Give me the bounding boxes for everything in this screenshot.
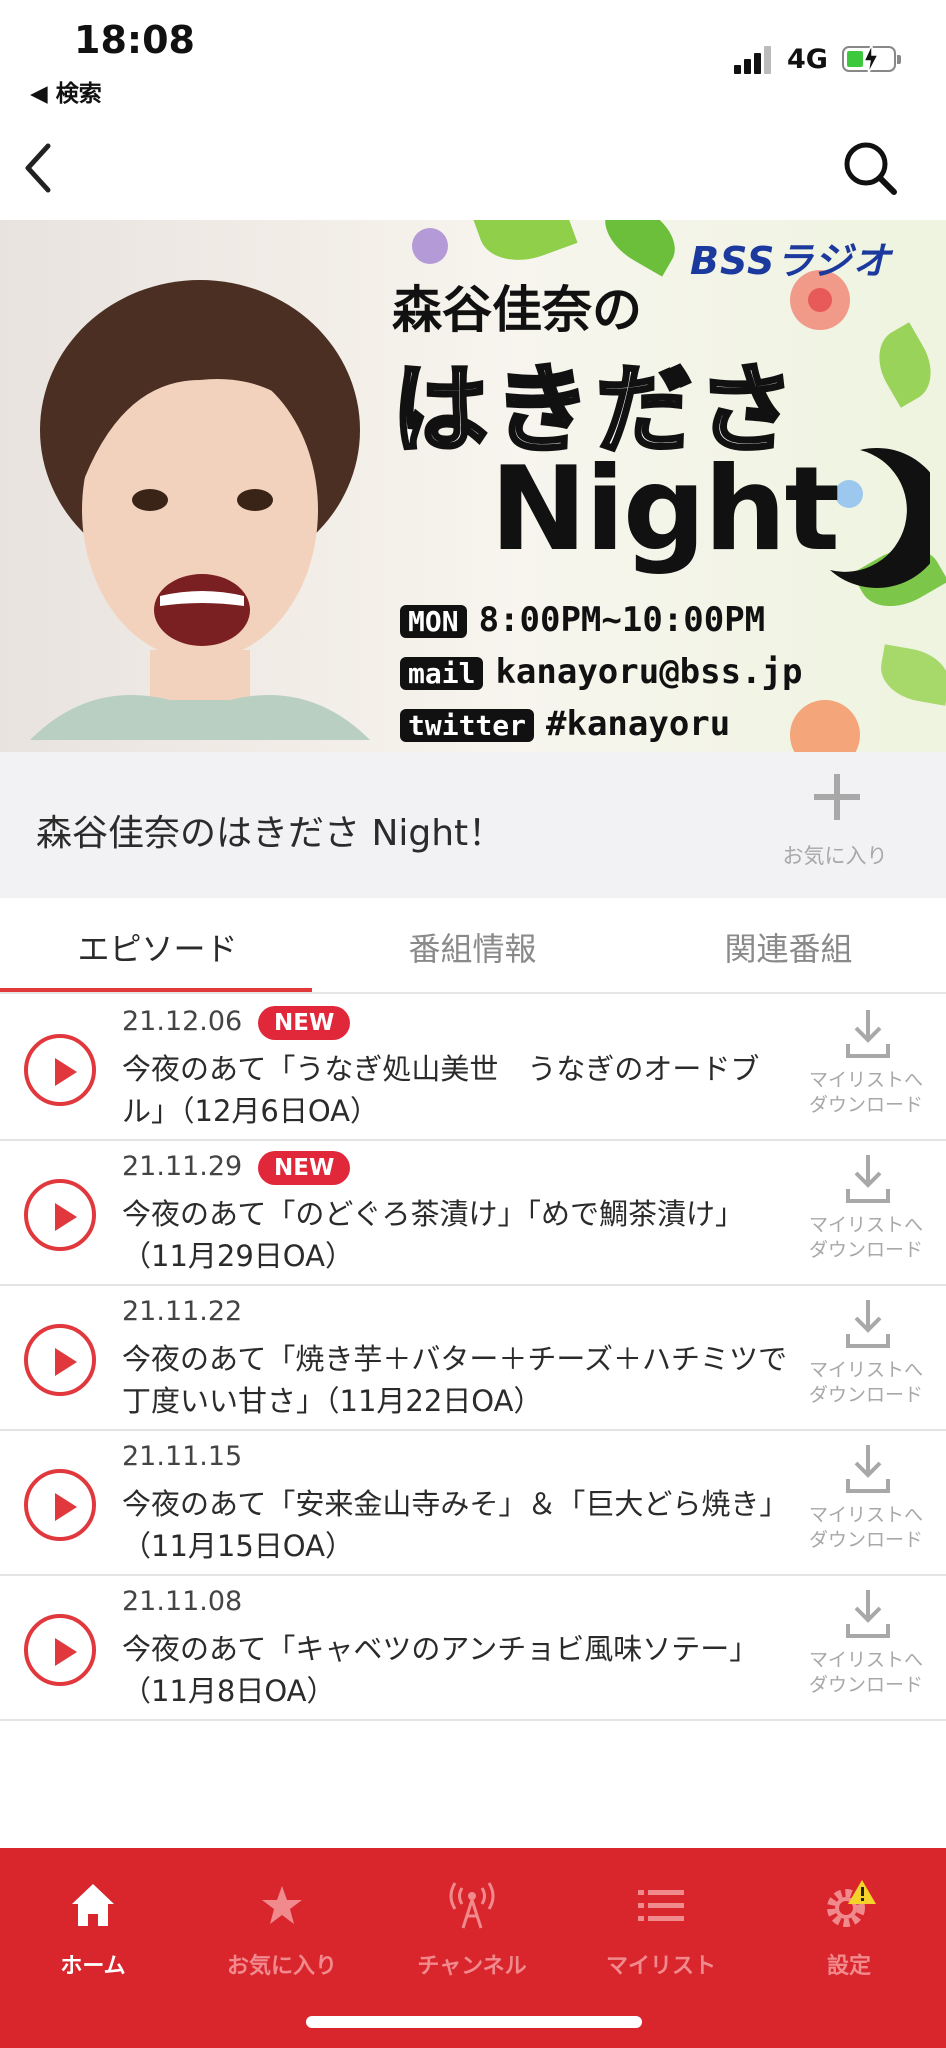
tabbar-favorites[interactable]: お気に入り (197, 1870, 367, 1990)
download-label: マイリストへ ダウンロード (808, 1069, 923, 1116)
gear-warning-icon (827, 1880, 876, 1927)
schedule-tag: MON (400, 605, 467, 638)
antenna-icon (449, 1882, 495, 1929)
new-badge: NEW (258, 1006, 351, 1040)
download-button[interactable]: マイリストへ ダウンロード (806, 1443, 926, 1563)
tabbar-home[interactable]: ホーム (8, 1870, 178, 1990)
download-icon (846, 1155, 890, 1203)
episode-row: 21.11.15 今夜のあて「安来金山寺みそ」＆「巨大どら焼き」（11月15日O… (0, 1431, 946, 1576)
program-header: 森谷佳奈のはきださ Night！ お気に入り (0, 752, 946, 898)
battery-icon (842, 44, 901, 74)
play-icon (55, 1493, 77, 1521)
play-button[interactable] (24, 1179, 96, 1251)
tab-program-info[interactable]: 番組情報 (315, 924, 630, 970)
favorite-label: お気に入り (782, 844, 888, 868)
download-icon (846, 1300, 890, 1348)
episode-title[interactable]: 今夜のあて「安来金山寺みそ」＆「巨大どら焼き」（11月15日OA） (122, 1483, 792, 1567)
tabbar-label: 設定 (826, 1954, 871, 1979)
host-photo (30, 280, 370, 740)
download-button[interactable]: マイリストへ ダウンロード (806, 1588, 926, 1708)
episode-title[interactable]: 今夜のあて「焼き芋＋バター＋チーズ＋ハチミツで丁度いい甘さ」（11月22日OA） (122, 1338, 792, 1422)
program-title: 森谷佳奈のはきださ Night！ (36, 813, 505, 854)
play-button[interactable] (24, 1469, 96, 1541)
mail-tag: mail (400, 657, 484, 690)
download-icon (846, 1590, 890, 1638)
schedule-text: 8:00PM~10:00PM (478, 600, 766, 640)
home-icon (72, 1884, 114, 1926)
tabbar-channel[interactable]: チャンネル (387, 1870, 557, 1990)
play-icon (55, 1058, 77, 1086)
plus-icon (814, 774, 860, 820)
back-button[interactable] (18, 138, 58, 198)
moon-icon (830, 448, 930, 588)
play-button[interactable] (24, 1034, 96, 1106)
download-label: マイリストへ ダウンロード (808, 1504, 923, 1551)
home-indicator[interactable] (306, 2016, 642, 2028)
download-button[interactable]: マイリストへ ダウンロード (806, 1153, 926, 1273)
download-icon (846, 1010, 890, 1058)
download-icon (846, 1445, 890, 1493)
active-tab-indicator (0, 988, 312, 992)
episode-list: 21.12.06 NEW 今夜のあて「うなぎ処山美世 うなぎのオードブル」（12… (0, 996, 946, 1721)
episode-row: 21.11.29 NEW 今夜のあて「のどぐろ茶漬け」「めで鯛茶漬け」（11月2… (0, 1141, 946, 1286)
episode-row: 21.11.22 今夜のあて「焼き芋＋バター＋チーズ＋ハチミツで丁度いい甘さ」（… (0, 1286, 946, 1431)
back-to-search-link[interactable]: ◀ 検索 (30, 74, 102, 108)
signal-icon (734, 44, 774, 74)
mail-text: kanayoru@bss.jp (495, 652, 803, 692)
download-button[interactable]: マイリストへ ダウンロード (806, 1298, 926, 1418)
twitter-text: #kanayoru (546, 704, 731, 744)
banner-mail: mail kanayoru@bss.jp (400, 652, 802, 692)
tabbar-label: ホーム (60, 1954, 126, 1979)
play-icon (55, 1638, 77, 1666)
episode-row: 21.12.06 NEW 今夜のあて「うなぎ処山美世 うなぎのオードブル」（12… (0, 996, 946, 1141)
search-icon (844, 142, 897, 195)
tabbar-mylist[interactable]: マイリスト (576, 1870, 746, 1990)
episode-date: 21.11.15 (122, 1441, 243, 1472)
star-icon (262, 1886, 302, 1924)
banner-twitter: twitter #kanayoru (400, 704, 730, 744)
search-button[interactable] (842, 140, 898, 196)
download-button[interactable]: マイリストへ ダウンロード (806, 1008, 926, 1128)
network-label: 4G (787, 44, 828, 75)
download-label: マイリストへ ダウンロード (808, 1649, 923, 1696)
status-time: 18:08 (74, 18, 195, 62)
download-label: マイリストへ ダウンロード (808, 1214, 923, 1261)
chevron-left-icon (25, 143, 51, 193)
episode-date: 21.12.06 (122, 1006, 243, 1037)
play-icon (55, 1348, 77, 1376)
tabbar-label: マイリスト (605, 1954, 716, 1979)
episode-date: 21.11.22 (122, 1296, 243, 1327)
play-button[interactable] (24, 1614, 96, 1686)
status-bar: 18:08 ◀ 検索 4G (0, 0, 946, 110)
list-icon (638, 1890, 684, 1921)
episode-title[interactable]: 今夜のあて「うなぎ処山美世 うなぎのオードブル」（12月6日OA） (122, 1048, 792, 1132)
tabbar-label: お気に入り (226, 1954, 337, 1979)
banner-schedule: MON 8:00PM~10:00PM (400, 600, 765, 640)
tab-related-programs[interactable]: 関連番組 (631, 924, 946, 970)
add-favorite-button[interactable]: お気に入り (770, 772, 900, 884)
banner-night-word: Night (490, 442, 840, 577)
program-tabs: エピソード 番組情報 関連番組 (0, 898, 946, 994)
episode-date: 21.11.08 (122, 1586, 243, 1617)
twitter-tag: twitter (400, 709, 535, 742)
episode-title[interactable]: 今夜のあて「キャベツのアンチョビ風味ソテー」（11月8日OA） (122, 1628, 792, 1712)
program-banner: BSSラジオ 森谷佳奈の はきださ Night MON 8:00PM~10:00P… (0, 220, 946, 752)
tab-episodes[interactable]: エピソード (0, 924, 315, 970)
episode-date: 21.11.29 (122, 1151, 243, 1182)
play-button[interactable] (24, 1324, 96, 1396)
tabbar-settings[interactable]: 設定 (764, 1870, 934, 1990)
download-label: マイリストへ ダウンロード (808, 1359, 923, 1406)
play-icon (55, 1203, 77, 1231)
new-badge: NEW (258, 1151, 351, 1185)
episode-row: 21.11.08 今夜のあて「キャベツのアンチョビ風味ソテー」（11月8日OA）… (0, 1576, 946, 1721)
episode-title[interactable]: 今夜のあて「のどぐろ茶漬け」「めで鯛茶漬け」（11月29日OA） (122, 1193, 792, 1277)
tabbar-label: チャンネル (417, 1954, 527, 1979)
station-logo: BSSラジオ (690, 239, 892, 283)
